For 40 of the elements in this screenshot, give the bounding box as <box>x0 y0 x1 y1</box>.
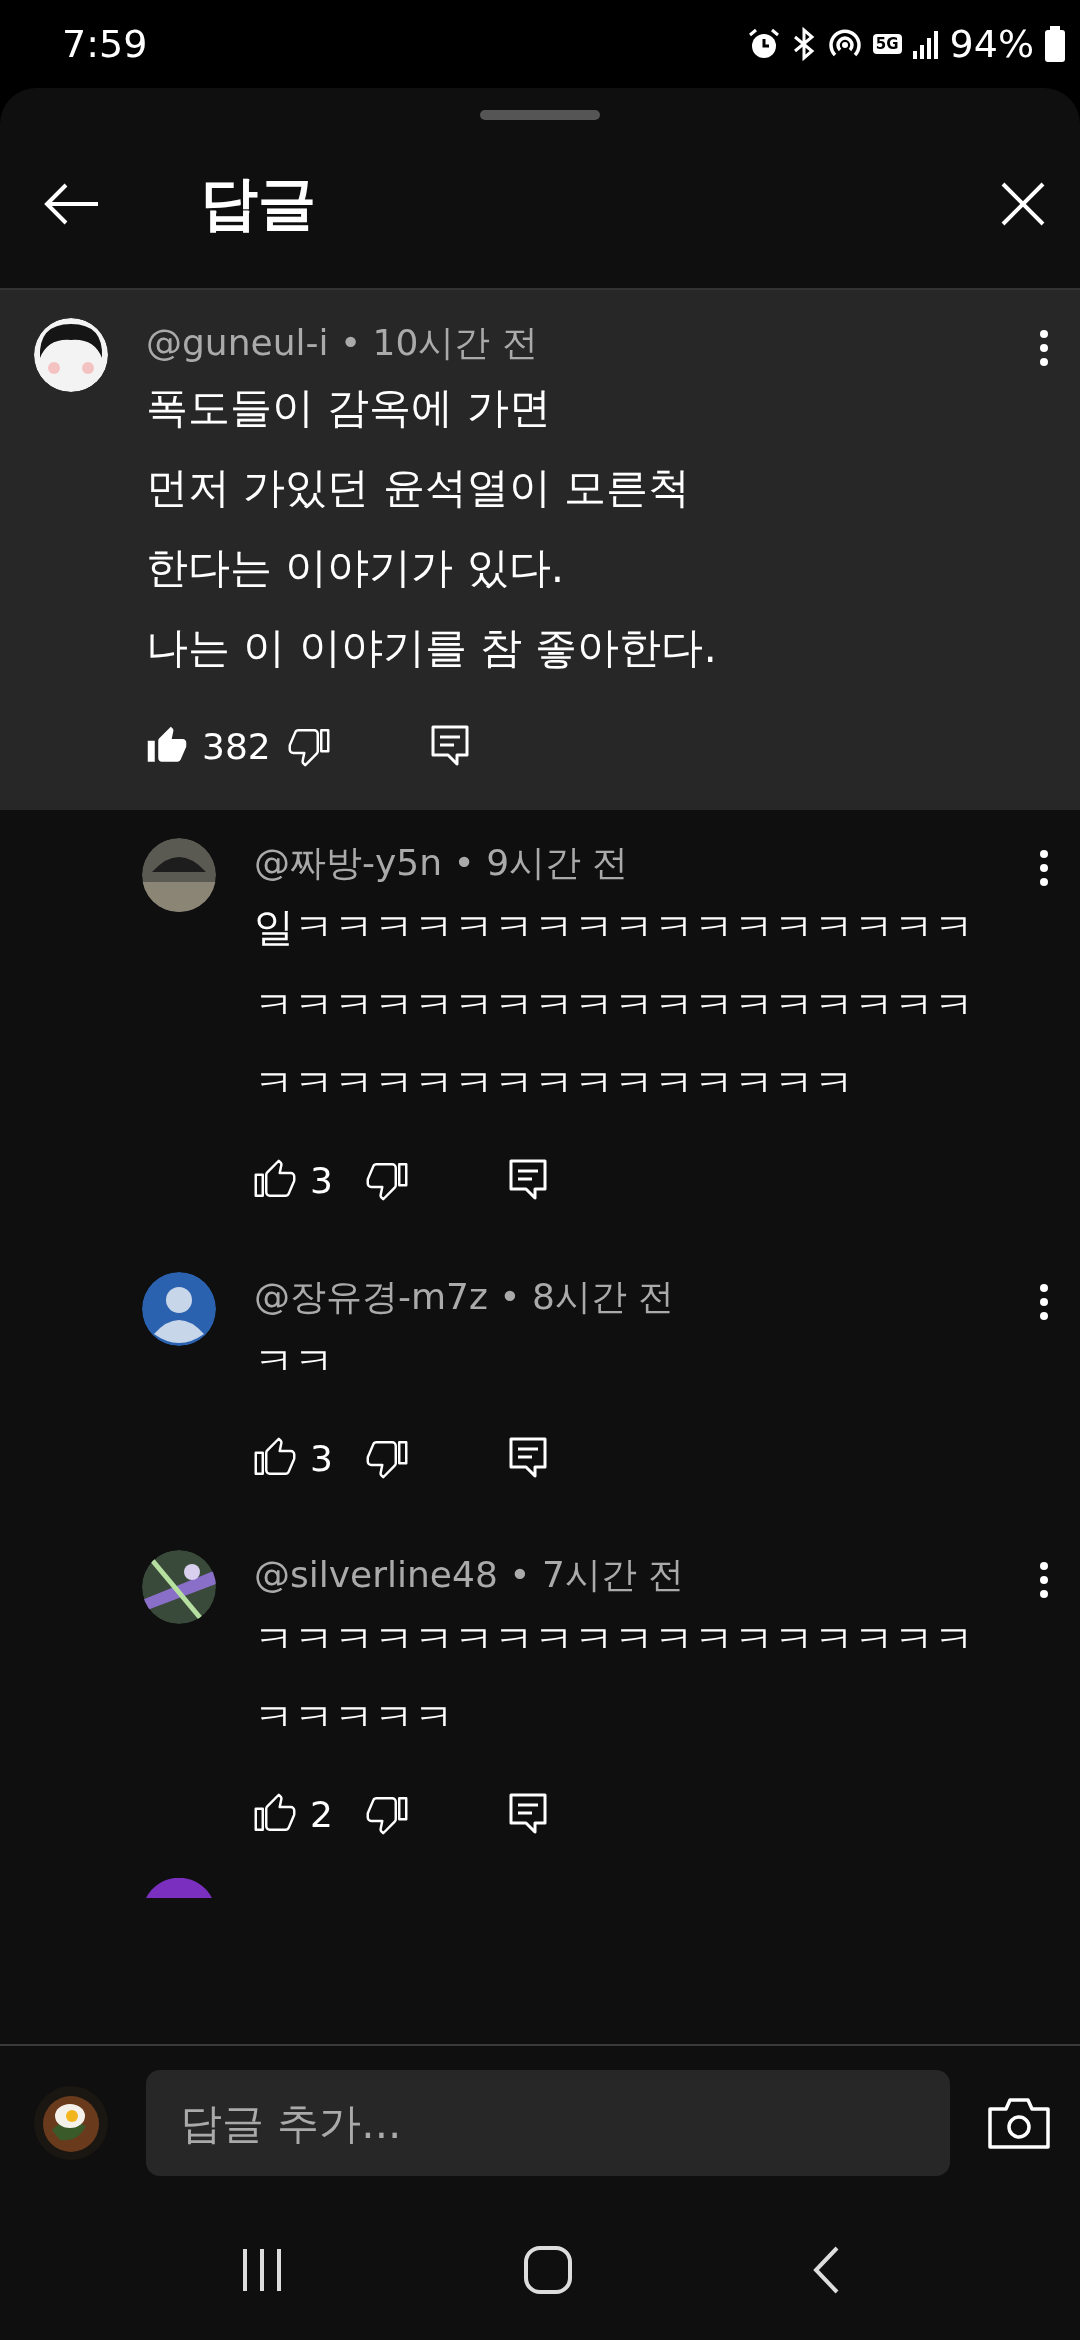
comment-text: 일ㅋㅋㅋㅋㅋㅋㅋㅋㅋㅋㅋㅋㅋㅋㅋㅋㅋ <box>254 903 975 952</box>
more-icon[interactable] <box>1038 328 1050 368</box>
comment-text: 먼저 가있던 윤석열이 모른척 <box>146 462 692 514</box>
drag-handle[interactable] <box>480 110 600 120</box>
home-icon[interactable] <box>523 2245 573 2295</box>
battery-icon <box>1044 26 1066 62</box>
comment-meta: @silverline48 • 7시간 전 <box>254 1553 686 1597</box>
reply-field[interactable]: 답글 추가... <box>146 2070 950 2176</box>
comment-text: 나는 이 이야기를 참 좋아한다. <box>146 622 718 674</box>
comment-text: 한다는 이야기가 있다. <box>146 542 566 594</box>
sheet-title: 답글 <box>200 168 317 239</box>
back-icon[interactable] <box>44 182 100 226</box>
more-icon[interactable] <box>1038 848 1050 888</box>
like-count: 382 <box>202 725 272 767</box>
like-count: 3 <box>310 1159 334 1201</box>
comment-text: 폭도들이 감옥에 가면 <box>146 382 552 434</box>
signal-icon <box>911 29 940 59</box>
battery-level: 94% <box>949 22 1034 66</box>
camera-icon[interactable] <box>988 2097 1050 2149</box>
reply-icon[interactable] <box>430 724 470 768</box>
alarm-icon <box>746 27 781 61</box>
comment-meta: @짜방-y5n • 9시간 전 <box>254 841 630 885</box>
more-icon[interactable] <box>1038 1560 1050 1600</box>
comment-text: ㅋㅋㅋㅋㅋㅋㅋㅋㅋㅋㅋㅋㅋㅋㅋㅋㅋㅋ <box>254 981 975 1030</box>
comment-text: ㅋㅋㅋㅋㅋ <box>254 1693 455 1742</box>
reply-icon[interactable] <box>508 1792 548 1836</box>
like-count: 2 <box>310 1793 334 1835</box>
comment-text: ㅋㅋㅋㅋㅋㅋㅋㅋㅋㅋㅋㅋㅋㅋㅋㅋㅋㅋ <box>254 1615 975 1664</box>
comment-text: ㅋㅋㅋㅋㅋㅋㅋㅋㅋㅋㅋㅋㅋㅋㅋ <box>254 1059 855 1108</box>
network-type: 5G <box>872 34 902 54</box>
comment-text: ㅋㅋ <box>254 1337 335 1386</box>
close-icon[interactable] <box>1000 181 1046 227</box>
reply-icon[interactable] <box>508 1436 548 1480</box>
clock: 7:59 <box>62 22 149 66</box>
comment-meta: @guneul-i • 10시간 전 <box>146 321 539 365</box>
comment-meta: @장유경-m7z • 8시간 전 <box>254 1275 676 1319</box>
back-icon[interactable] <box>811 2245 841 2295</box>
reply-icon[interactable] <box>508 1158 548 1202</box>
like-count: 3 <box>310 1437 334 1479</box>
more-icon[interactable] <box>1038 1282 1050 1322</box>
